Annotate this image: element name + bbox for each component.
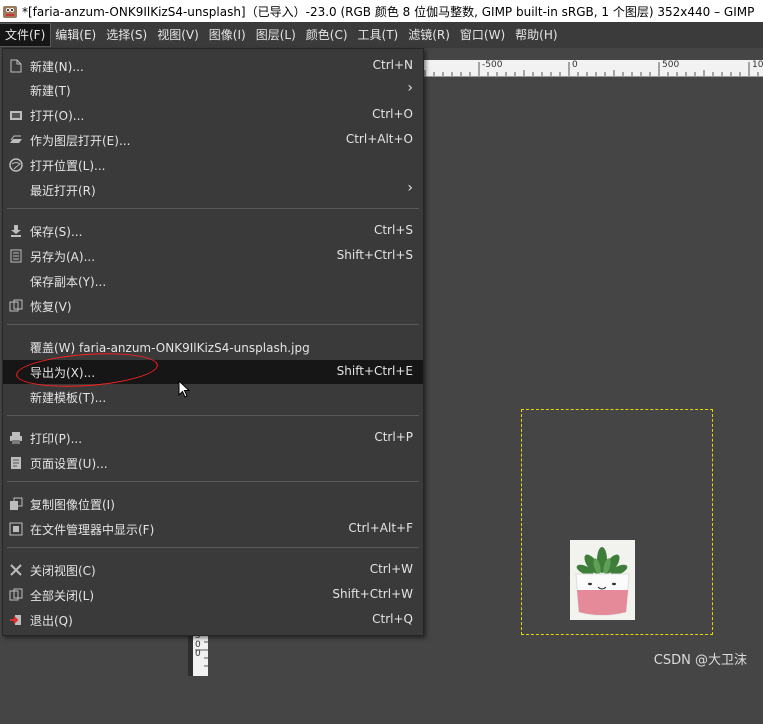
menu-item-show-in-file-manager[interactable]: 在文件管理器中显示(F) Ctrl+Alt+F (3, 517, 423, 541)
submenu-arrow-icon: › (407, 180, 413, 196)
menu-file[interactable]: 文件(F) (0, 23, 52, 47)
quit-icon (9, 613, 23, 627)
menu-separator (7, 324, 419, 325)
menu-item-new-submenu[interactable]: 新建(T) › (3, 78, 423, 102)
menu-filters[interactable]: 滤镜(R) (403, 24, 455, 46)
menu-item-save-copy[interactable]: 保存副本(Y)... (3, 269, 423, 293)
save-icon (9, 224, 23, 238)
menu-item-open-as-layers[interactable]: 作为图层打开(E)... Ctrl+Alt+O (3, 128, 423, 152)
open-icon (9, 108, 23, 122)
menu-item-page-setup[interactable]: 页面设置(U)... (3, 451, 423, 475)
title-bar: *[faria-anzum-ONK9IlKizS4-unsplash]（已导入）… (0, 0, 763, 22)
menu-item-save-as[interactable]: 另存为(A)... Shift+Ctrl+S (3, 244, 423, 268)
watermark: CSDN @大卫沫 (653, 653, 747, 668)
menu-item-close-view[interactable]: 关闭视图(C) Ctrl+W (3, 558, 423, 582)
close-icon (9, 563, 23, 577)
menu-view[interactable]: 视图(V) (152, 24, 204, 46)
menu-item-open-location[interactable]: 打开位置(L)... (3, 153, 423, 177)
print-icon (9, 431, 23, 445)
menu-colors[interactable]: 颜色(C) (301, 24, 353, 46)
menu-item-close-all[interactable]: 全部关闭(L) Shift+Ctrl+W (3, 583, 423, 607)
menu-tools[interactable]: 工具(T) (353, 24, 404, 46)
menu-item-print[interactable]: 打印(P)... Ctrl+P (3, 426, 423, 450)
image-content[interactable] (570, 540, 635, 620)
submenu-arrow-icon: › (407, 80, 413, 96)
close-all-icon (9, 588, 23, 602)
menu-bar: 文件(F) 编辑(E) 选择(S) 视图(V) 图像(I) 图层(L) 颜色(C… (0, 22, 763, 49)
ruler-label: 500 (662, 60, 680, 70)
menu-item-recent[interactable]: 最近打开(R) › (3, 178, 423, 202)
menu-edit[interactable]: 编辑(E) (50, 24, 101, 46)
menu-item-new[interactable]: 新建(N)... Ctrl+N (3, 54, 423, 78)
menu-select[interactable]: 选择(S) (101, 24, 152, 46)
menu-separator (7, 208, 419, 209)
ruler-label: 0 (572, 60, 578, 70)
menu-item-create-template[interactable]: 新建模板(T)... (3, 385, 423, 409)
window-title: *[faria-anzum-ONK9IlKizS4-unsplash]（已导入）… (22, 4, 755, 19)
open-as-layers-icon (9, 133, 23, 147)
horizontal-ruler[interactable]: -500 0 500 10 (420, 60, 763, 77)
page-setup-icon (9, 456, 23, 470)
menu-windows[interactable]: 窗口(W) (455, 24, 510, 46)
menu-separator (7, 547, 419, 548)
menu-image[interactable]: 图像(I) (204, 24, 251, 46)
menu-layer[interactable]: 图层(L) (251, 24, 301, 46)
save-as-icon (9, 249, 23, 263)
ruler-label: -500 (482, 60, 503, 70)
menu-item-open[interactable]: 打开(O)... Ctrl+O (3, 103, 423, 127)
revert-icon (9, 299, 23, 313)
new-icon (9, 59, 23, 73)
menu-help[interactable]: 帮助(H) (510, 24, 562, 46)
menu-separator (7, 415, 419, 416)
open-location-icon (9, 158, 23, 172)
file-menu-dropdown: 新建(N)... Ctrl+N 新建(T) › 打开(O)... Ctrl+O … (2, 48, 424, 636)
ruler-label: 500 (195, 631, 201, 659)
mouse-cursor-icon (178, 379, 191, 398)
file-manager-icon (9, 522, 23, 536)
menu-item-revert[interactable]: 恢复(V) (3, 294, 423, 318)
menu-separator (7, 481, 419, 482)
menu-item-quit[interactable]: 退出(Q) Ctrl+Q (3, 608, 423, 632)
menu-item-save[interactable]: 保存(S)... Ctrl+S (3, 219, 423, 243)
ruler-label: 10 (752, 60, 763, 70)
gimp-app-icon (2, 3, 18, 19)
copy-location-icon (9, 497, 23, 511)
menu-item-copy-location[interactable]: 复制图像位置(I) (3, 492, 423, 516)
